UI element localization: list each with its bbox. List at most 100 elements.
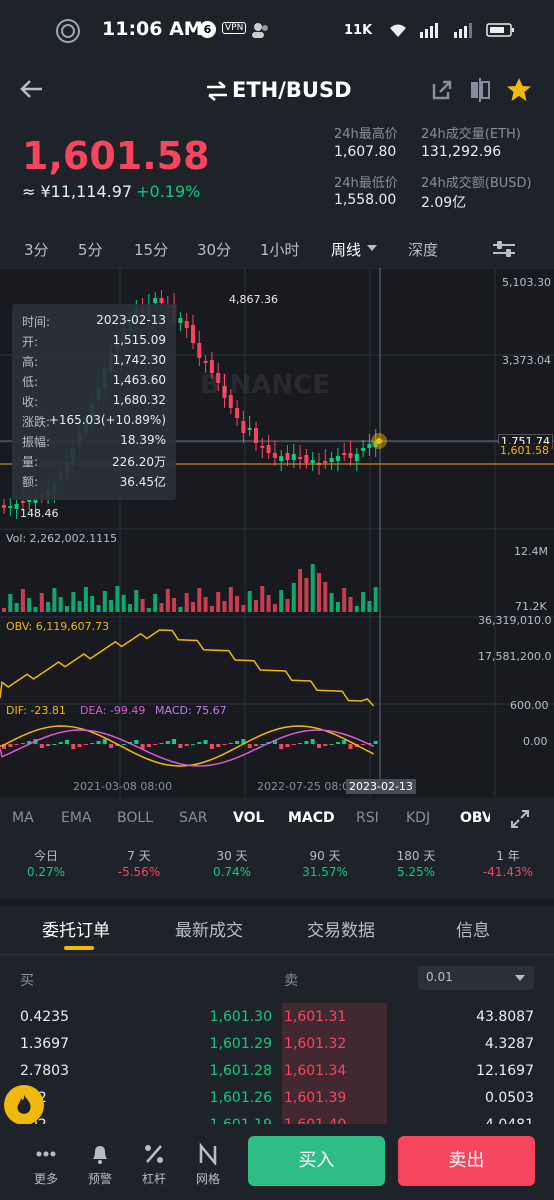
volume-bar xyxy=(134,590,139,612)
volume-axis-top: 12.4M xyxy=(514,545,548,558)
nav-margin[interactable]: 杠杆 xyxy=(134,1170,174,1187)
orderbook-row[interactable]: 2.7803 1,601.28 1,601.34 12.1697 xyxy=(0,1057,554,1086)
notification-badge: 6 xyxy=(199,21,216,38)
signal-icon xyxy=(420,23,438,38)
candle xyxy=(298,457,303,459)
macd-bar xyxy=(102,739,107,744)
macd-bar xyxy=(254,744,258,746)
swap-icon[interactable] xyxy=(205,80,229,102)
orderbook-row[interactable]: 0.4235 1,601.30 1,601.31 43.8087 xyxy=(0,1003,554,1032)
sell-qty: 43.8087 xyxy=(476,1009,534,1025)
obv-title: OBV: 6,119,607.73 xyxy=(6,620,110,633)
tab-trading-data[interactable]: 交易数据 xyxy=(307,916,375,941)
volume-bar xyxy=(373,587,378,612)
volume-bar xyxy=(310,564,315,612)
macd-bar xyxy=(153,744,158,745)
macd-bar xyxy=(20,743,25,744)
volume-bar xyxy=(2,608,6,612)
timeframe-1h[interactable]: 1小时 xyxy=(260,239,300,260)
macd-bar xyxy=(52,744,57,745)
macd-bar xyxy=(65,740,69,744)
chart-settings-icon[interactable] xyxy=(491,238,517,260)
chevron-down-icon xyxy=(515,975,525,981)
grid-icon[interactable] xyxy=(197,1143,219,1165)
nav-grid[interactable]: 网格 xyxy=(188,1170,228,1187)
chevron-down-icon[interactable] xyxy=(366,244,378,252)
compare-icon[interactable] xyxy=(468,76,492,104)
obv-axis-mid: 17,581,200.0 xyxy=(478,650,552,663)
timeframe-5m[interactable]: 5分 xyxy=(78,239,103,260)
x-label-1: 2021-03-08 08:00 xyxy=(73,780,173,793)
indicator-sar[interactable]: SAR xyxy=(179,810,207,826)
buy-qty: 2.7803 xyxy=(20,1063,69,1079)
net-speed: 11K xyxy=(344,23,373,38)
orderbook-row[interactable]: 4921,601.261,601.390.0503 xyxy=(0,1084,554,1113)
sell-price: 1,601.39 xyxy=(284,1090,347,1106)
volume-value: 131,292.96 xyxy=(421,144,502,160)
amount-label: 24h成交额(BUSD) xyxy=(421,176,532,191)
indicator-vol[interactable]: VOL xyxy=(233,810,264,826)
buy-price: 1,601.29 xyxy=(209,1036,272,1052)
buy-button[interactable]: 买入 xyxy=(248,1136,385,1186)
precision-select[interactable]: 0.01 xyxy=(418,966,534,990)
timeframe-15m[interactable]: 15分 xyxy=(134,239,168,260)
timeframe-30m[interactable]: 30分 xyxy=(197,239,231,260)
tab-recent-trades[interactable]: 最新成交 xyxy=(175,916,243,941)
fullscreen-icon[interactable] xyxy=(509,808,531,830)
wifi-icon xyxy=(390,24,406,37)
timeframe-3m[interactable]: 3分 xyxy=(24,239,49,260)
tab-order-book[interactable]: 委托订单 xyxy=(42,916,110,941)
macd-bar xyxy=(298,743,303,744)
macd-bar xyxy=(14,744,19,745)
macd-bar xyxy=(342,740,347,744)
nav-more[interactable]: 更多 xyxy=(26,1170,66,1187)
volume-bar xyxy=(33,607,38,612)
buy-price: 1,601.30 xyxy=(209,1009,272,1025)
back-arrow-icon[interactable] xyxy=(18,78,44,100)
signal-2-icon xyxy=(454,23,472,38)
period-value: 0.27% xyxy=(26,865,66,879)
indicator-ema[interactable]: EMA xyxy=(61,810,92,826)
macd-bar xyxy=(159,743,164,744)
sell-button[interactable]: 卖出 xyxy=(398,1136,535,1186)
macd-bar xyxy=(329,744,334,745)
cny-price: ≈ ¥11,114.97 xyxy=(22,182,133,201)
favorite-star-icon[interactable] xyxy=(505,76,533,104)
high-value: 1,607.80 xyxy=(334,144,397,160)
timeframe-week[interactable]: 周线 xyxy=(331,239,361,260)
indicator-obv[interactable]: OBV xyxy=(460,810,490,826)
volume-bar xyxy=(115,586,120,612)
macd-bar xyxy=(203,740,208,744)
volume-bar xyxy=(109,600,114,612)
nav-alert[interactable]: 预警 xyxy=(80,1170,120,1187)
timeframe-depth[interactable]: 深度 xyxy=(408,239,438,260)
period-label: 90 天 xyxy=(309,849,341,863)
indicator-boll[interactable]: BOLL xyxy=(117,810,153,826)
y-label-top: 5,103.30 xyxy=(502,276,551,289)
volume-bar xyxy=(20,589,25,612)
indicator-macd[interactable]: MACD xyxy=(288,810,335,826)
volume-bar xyxy=(27,598,32,612)
candle xyxy=(342,453,347,455)
tooltip-row: 时间: 2023-02-13 xyxy=(22,313,166,329)
pair-title[interactable]: ETH/BUSD xyxy=(232,78,352,102)
macd-bar xyxy=(323,744,328,746)
candle xyxy=(191,325,195,343)
indicator-kdj[interactable]: KDJ xyxy=(406,810,430,826)
volume-bar xyxy=(58,597,63,612)
orderbook-row[interactable]: 1.3697 1,601.29 1,601.32 4.3287 xyxy=(0,1030,554,1059)
indicator-rsi[interactable]: RSI xyxy=(356,810,379,826)
more-icon[interactable] xyxy=(35,1143,57,1165)
tab-info[interactable]: 信息 xyxy=(456,916,490,941)
percent-icon[interactable] xyxy=(143,1143,165,1165)
obv-line xyxy=(0,629,375,707)
buy-price: 1,601.26 xyxy=(209,1090,272,1106)
share-icon[interactable] xyxy=(430,78,454,102)
volume-bar xyxy=(317,573,321,612)
indicator-ma[interactable]: MA xyxy=(12,810,34,826)
bell-icon[interactable] xyxy=(89,1143,111,1165)
volume-bar xyxy=(102,591,107,612)
hot-button[interactable] xyxy=(4,1085,44,1125)
buy-column-label: 买 xyxy=(20,973,34,989)
candle xyxy=(203,361,208,363)
